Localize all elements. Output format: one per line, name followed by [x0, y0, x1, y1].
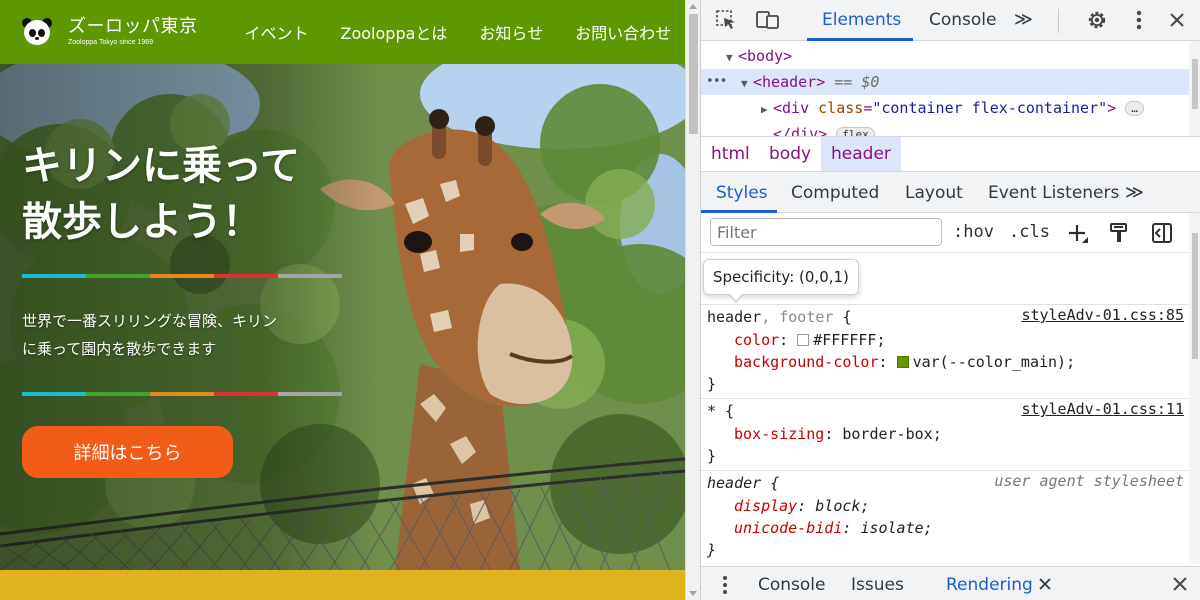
styles-scrollbar[interactable]	[1189, 213, 1200, 563]
devtools-toolbar: Elements Console ≫	[701, 0, 1200, 41]
collapse-triangle-icon[interactable]: ▶	[761, 97, 773, 123]
source-link[interactable]: styleAdv-01.css:85	[1021, 306, 1184, 324]
site-header: ズーロッパ東京 Zooloppa Tokyo since 1969 イベント Z…	[0, 0, 685, 64]
toggle-sidebar-icon[interactable]	[1151, 222, 1173, 244]
rule-selector: header {	[707, 474, 780, 492]
style-rule-user-agent: header { user agent stylesheet display: …	[707, 472, 1184, 559]
nav-link-news[interactable]: お知らせ	[479, 20, 543, 44]
site-logo[interactable]: ズーロッパ東京 Zooloppa Tokyo since 1969	[22, 16, 198, 48]
tab-computed[interactable]: Computed	[791, 183, 879, 203]
styles-filter-bar: :hov .cls	[701, 213, 1200, 253]
flex-badge[interactable]: flex	[836, 127, 875, 136]
tab-layout[interactable]: Layout	[905, 183, 963, 203]
row-menu-icon[interactable]: •••	[706, 69, 728, 95]
user-agent-label: user agent stylesheet	[994, 472, 1184, 490]
new-rule-plus-icon[interactable]	[1067, 223, 1089, 245]
more-subtabs-icon[interactable]: ≫	[1125, 182, 1144, 203]
scrollbar-thumb[interactable]	[689, 14, 698, 134]
color-stripe-divider	[22, 392, 342, 396]
details-button[interactable]: 詳細はこちら	[22, 426, 233, 478]
dom-tree: ▼ <body> ••• ▼ <header> == $0 ▶ <div class=…	[701, 41, 1200, 136]
color-swatch-green[interactable]	[896, 356, 909, 368]
main-nav: イベント Zooloppaとは お知らせ お問い合わせ	[245, 20, 672, 44]
expand-triangle-icon[interactable]: ▼	[741, 71, 753, 97]
css-property-row[interactable]: color: #FFFFFF;	[734, 329, 885, 351]
expand-ellipsis-badge[interactable]: …	[1125, 101, 1144, 116]
paint-brush-icon[interactable]	[1109, 222, 1129, 244]
site-tagline: Zooloppa Tokyo since 1969	[68, 39, 154, 46]
close-drawer-icon[interactable]	[1172, 576, 1188, 592]
device-toolbar-icon[interactable]	[756, 10, 780, 30]
dom-node-div[interactable]: ▶ <div class="container flex-container"> …	[701, 95, 1189, 121]
drawer-menu-icon[interactable]	[721, 575, 729, 595]
scroll-down-icon[interactable]	[689, 591, 697, 596]
hero-section: キリンに乗って 散歩しよう！ 世界で一番スリリングな冒険、キリン に乗って園内を…	[0, 64, 685, 570]
dom-node-div-close: </div> flex	[701, 121, 1189, 136]
close-rendering-tab-icon[interactable]	[1038, 577, 1052, 591]
nav-link-events[interactable]: イベント	[245, 20, 309, 44]
inspect-element-icon[interactable]	[715, 9, 737, 31]
breadcrumb-header[interactable]: header	[821, 137, 901, 171]
style-rule-header-footer: header, footer { styleAdv-01.css:85 colo…	[701, 305, 1189, 399]
settings-gear-icon[interactable]	[1086, 9, 1108, 31]
breadcrumb-body[interactable]: body	[759, 137, 821, 171]
site-title: ズーロッパ東京	[68, 16, 198, 37]
source-link[interactable]: styleAdv-01.css:11	[1021, 400, 1184, 418]
css-property-row: display: block;	[734, 497, 870, 515]
class-toggle[interactable]: .cls	[1009, 222, 1050, 242]
drawer-tab-console[interactable]: Console	[758, 575, 826, 595]
hover-state-toggle[interactable]: :hov	[953, 222, 994, 242]
breadcrumb: html body header	[701, 136, 1200, 172]
tab-elements[interactable]: Elements	[822, 10, 901, 30]
styles-pane: Specificity: (0,0,1) header, footer { st…	[701, 253, 1189, 563]
styles-subtabs: Styles Computed Layout Event Listeners ≫	[701, 172, 1200, 213]
dom-scrollbar[interactable]	[1189, 41, 1200, 136]
nav-link-about[interactable]: Zooloppaとは	[341, 20, 448, 44]
css-property-row[interactable]: box-sizing: border-box;	[734, 423, 942, 445]
tab-event-listeners[interactable]: Event Listeners	[988, 183, 1119, 203]
dom-node-header[interactable]: ••• ▼ <header> == $0	[701, 69, 1189, 95]
devtools-drawer-tabs: Console Issues Rendering	[701, 566, 1200, 600]
css-property-row: unicode-bidi: isolate;	[734, 519, 933, 537]
more-tabs-icon[interactable]: ≫	[1014, 9, 1033, 30]
hero-heading: キリンに乗って 散歩しよう！	[22, 143, 300, 245]
expand-triangle-icon[interactable]: ▼	[726, 45, 738, 71]
breadcrumb-html[interactable]: html	[701, 137, 760, 171]
footer-strip	[0, 570, 685, 600]
filter-input[interactable]	[710, 218, 942, 246]
rule-selector[interactable]: * {	[707, 400, 734, 422]
rule-selector[interactable]: header, footer {	[707, 306, 852, 328]
color-stripe-divider	[22, 274, 342, 278]
css-property-row[interactable]: background-color: var(--color_main);	[734, 351, 1075, 373]
tab-console[interactable]: Console	[929, 10, 997, 30]
kebab-menu-icon[interactable]	[1131, 10, 1147, 32]
style-rule-universal: * { styleAdv-01.css:11 box-sizing: borde…	[701, 399, 1189, 471]
selected-node-marker: == $0	[834, 73, 880, 91]
nav-link-contact[interactable]: お問い合わせ	[575, 20, 671, 44]
page-scrollbar[interactable]	[685, 0, 700, 600]
panda-logo-icon	[22, 17, 52, 47]
scroll-up-icon[interactable]	[689, 4, 697, 9]
tab-styles[interactable]: Styles	[716, 183, 768, 203]
close-devtools-icon[interactable]	[1168, 11, 1186, 29]
specificity-tooltip: Specificity: (0,0,1)	[703, 259, 859, 303]
drawer-tab-rendering[interactable]: Rendering	[946, 575, 1033, 595]
hero-description: 世界で一番スリリングな冒険、キリン に乗って園内を散歩できます	[22, 312, 278, 358]
website-viewport: ズーロッパ東京 Zooloppa Tokyo since 1969 イベント Z…	[0, 0, 685, 600]
devtools-panel: Elements Console ≫ ▼ <body> ••• ▼ <header>…	[700, 0, 1200, 600]
dom-node-body[interactable]: ▼ <body>	[701, 43, 1189, 69]
drawer-tab-issues[interactable]: Issues	[851, 575, 904, 595]
color-swatch-white[interactable]	[797, 334, 810, 346]
